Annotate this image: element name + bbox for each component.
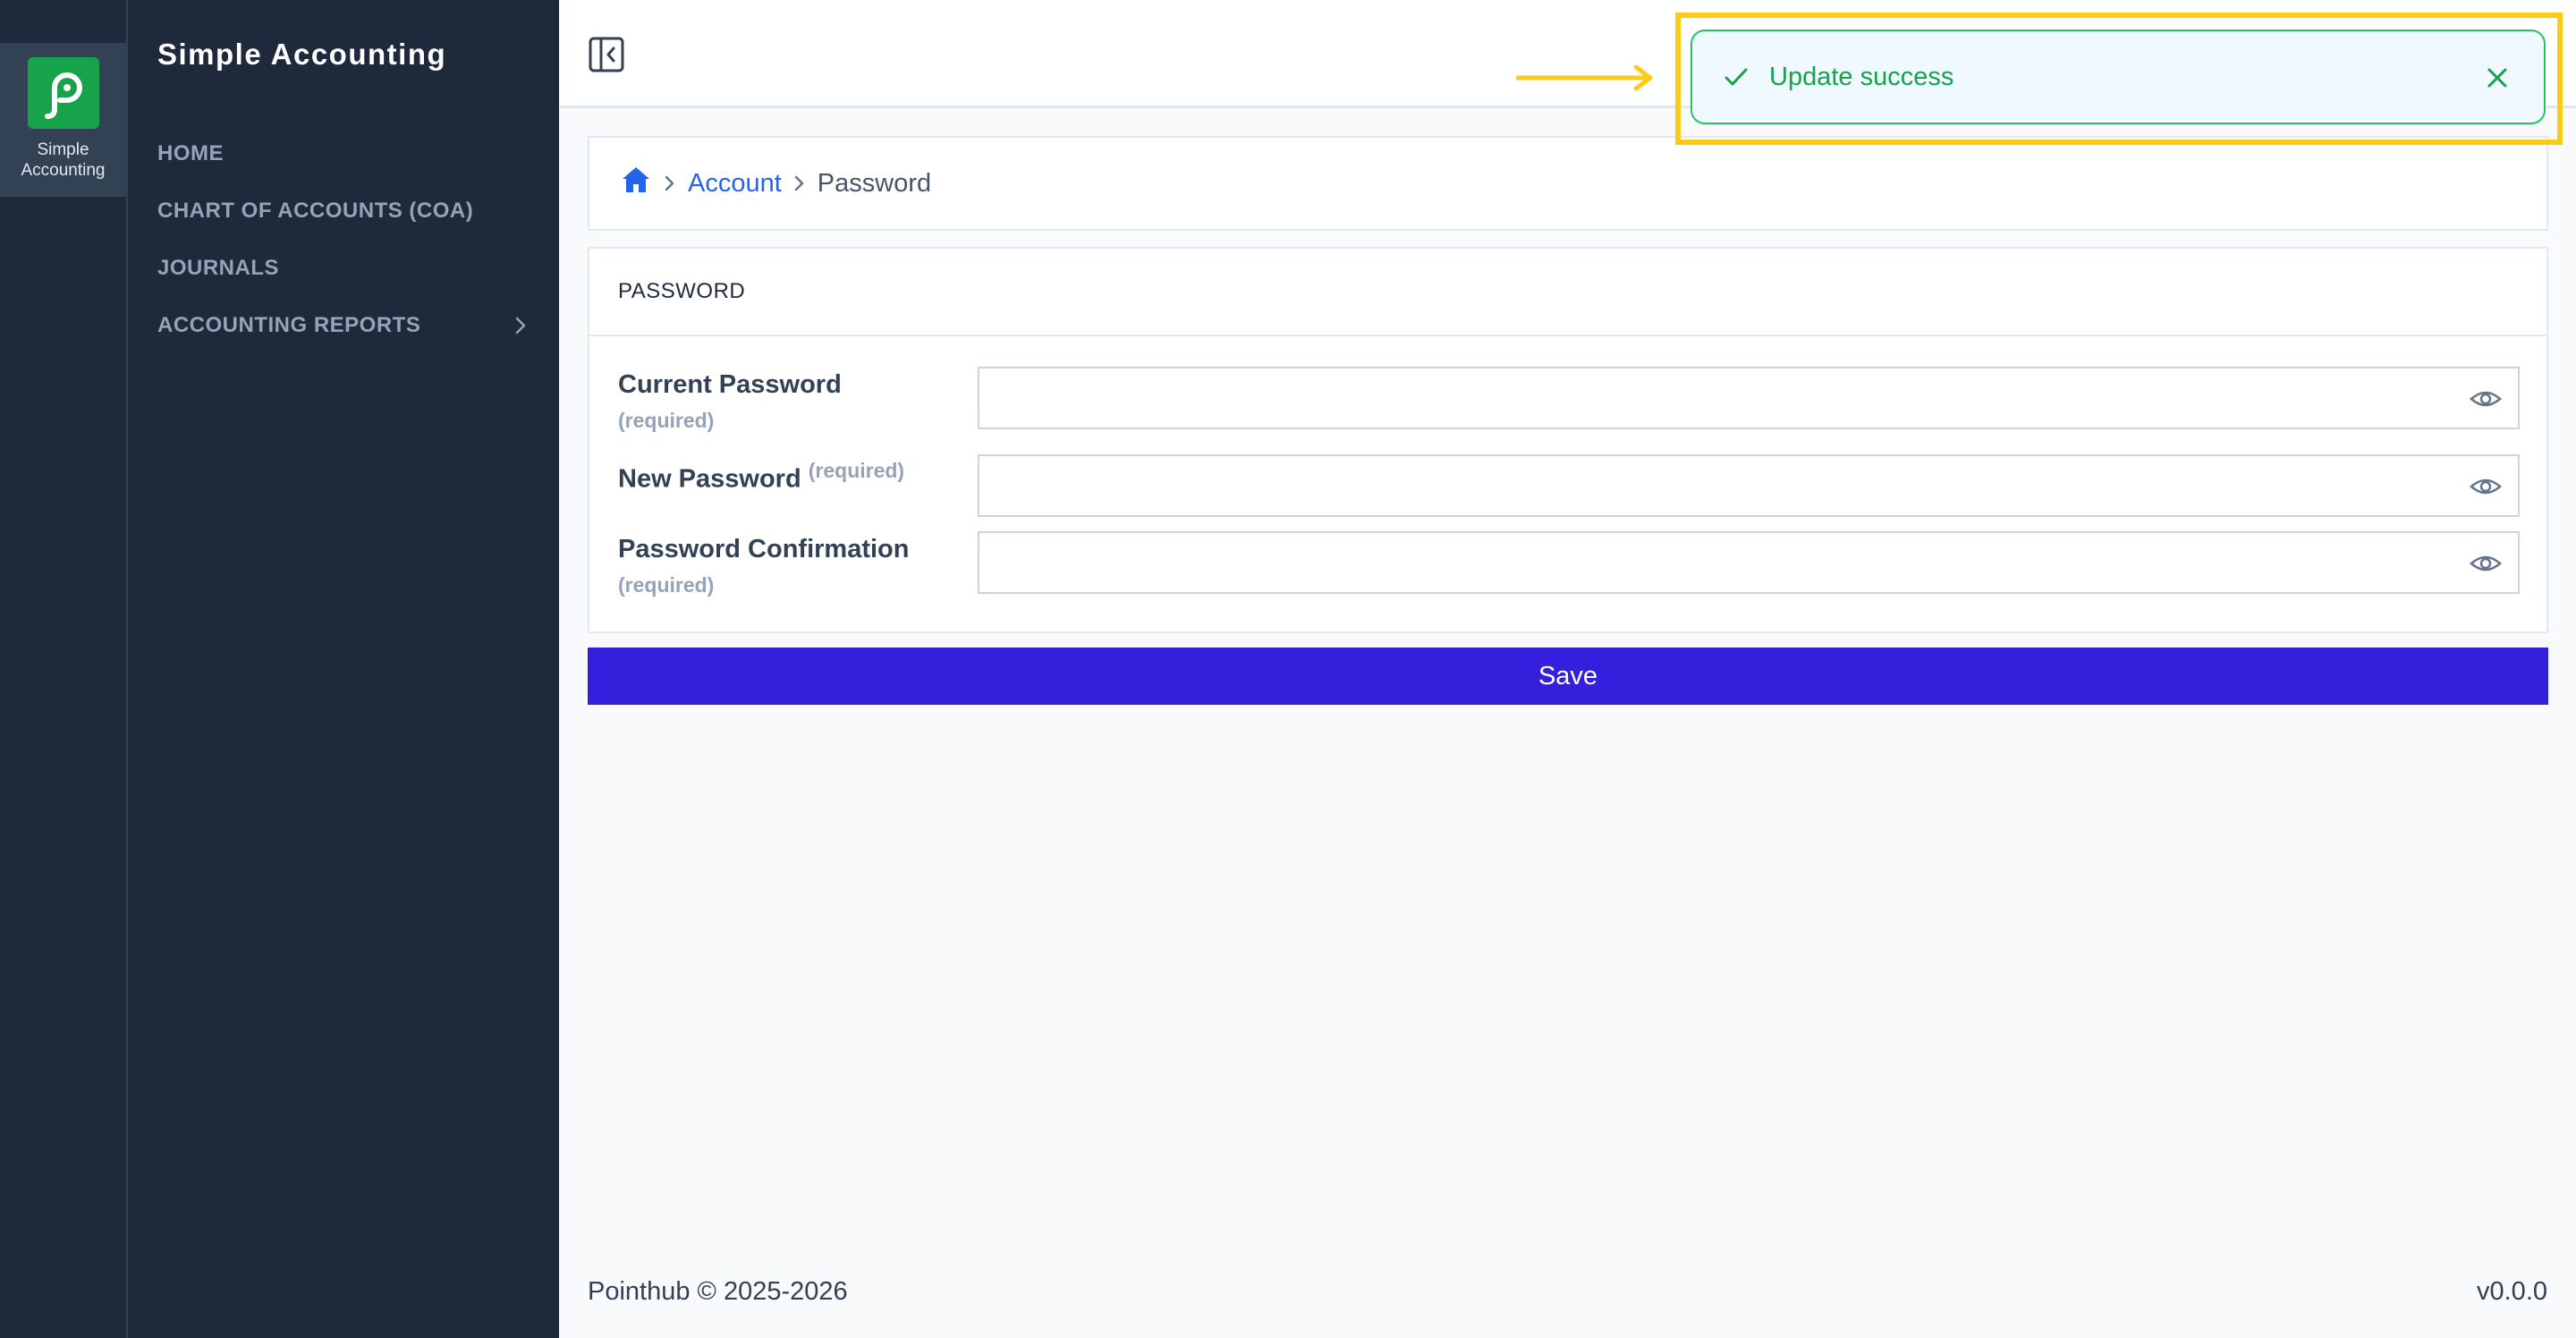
- sidebar-item-home[interactable]: HOME: [157, 125, 533, 182]
- field-label-text: Password Confirmation: [618, 535, 910, 563]
- sidebar-item-journals[interactable]: JOURNALS: [157, 240, 533, 297]
- password-confirmation-input[interactable]: [979, 533, 2518, 592]
- current-password-field[interactable]: [978, 367, 2520, 429]
- sidebar-item-accounting-reports[interactable]: ACCOUNTING REPORTS: [157, 297, 533, 354]
- main-content: Account Password PASSWORD Current Passwo…: [559, 0, 2576, 1338]
- field-label-text: Current Password: [618, 370, 842, 399]
- close-icon[interactable]: [2483, 64, 2512, 92]
- card-title: PASSWORD: [589, 249, 2546, 336]
- password-card: PASSWORD Current Password (required) New…: [588, 247, 2548, 633]
- success-toast: Update success: [1690, 30, 2546, 124]
- sidebar: Simple Accounting HOME CHART OF ACCOUNTS…: [128, 0, 559, 1338]
- sidebar-item-label: JOURNALS: [157, 256, 280, 280]
- chevron-right-icon: [665, 174, 675, 192]
- new-password-label: New Password (required): [618, 453, 904, 497]
- home-icon[interactable]: [620, 165, 652, 202]
- check-icon: [1721, 62, 1751, 92]
- password-confirmation-field[interactable]: [978, 531, 2520, 594]
- pointhub-logo-icon: [27, 57, 99, 129]
- eye-icon[interactable]: [2470, 472, 2502, 501]
- sidebar-nav: HOME CHART OF ACCOUNTS (COA) JOURNALS AC…: [157, 125, 533, 354]
- eye-icon[interactable]: [2470, 549, 2502, 578]
- new-password-input[interactable]: [979, 456, 2518, 515]
- rail-app-simple-accounting[interactable]: Simple Accounting: [0, 43, 126, 197]
- eye-icon[interactable]: [2470, 385, 2502, 413]
- breadcrumb: Account Password: [588, 136, 2548, 231]
- chevron-right-icon: [508, 313, 533, 338]
- sidebar-item-chart-of-accounts[interactable]: CHART OF ACCOUNTS (COA): [157, 182, 533, 240]
- sidebar-item-label: CHART OF ACCOUNTS (COA): [157, 199, 474, 223]
- sidebar-brand: Simple Accounting: [157, 38, 447, 71]
- breadcrumb-account-link[interactable]: Account: [688, 169, 782, 199]
- save-button[interactable]: Save: [588, 648, 2548, 705]
- required-note: (required): [808, 459, 905, 482]
- chevron-right-icon: [794, 174, 805, 192]
- toast-message: Update success: [1769, 62, 1954, 91]
- field-label-text: New Password: [618, 464, 801, 494]
- password-confirmation-label: Password Confirmation (required): [618, 531, 910, 603]
- annotation-arrow-icon: [1515, 63, 1656, 93]
- required-note: (required): [618, 573, 715, 597]
- breadcrumb-current: Password: [817, 168, 932, 198]
- app-rail: Simple Accounting: [0, 0, 128, 1338]
- current-password-input[interactable]: [979, 368, 2518, 428]
- rail-app-label: Simple Accounting: [21, 140, 106, 180]
- sidebar-collapse-icon[interactable]: [588, 36, 625, 73]
- required-note: (required): [618, 409, 715, 432]
- current-password-label: Current Password (required): [618, 367, 842, 438]
- sidebar-item-label: HOME: [157, 141, 224, 165]
- footer-version: v0.0.0: [2477, 1277, 2547, 1306]
- sidebar-item-label: ACCOUNTING REPORTS: [157, 313, 421, 337]
- footer-copyright: Pointhub © 2025-2026: [588, 1277, 848, 1306]
- new-password-field[interactable]: [978, 454, 2520, 517]
